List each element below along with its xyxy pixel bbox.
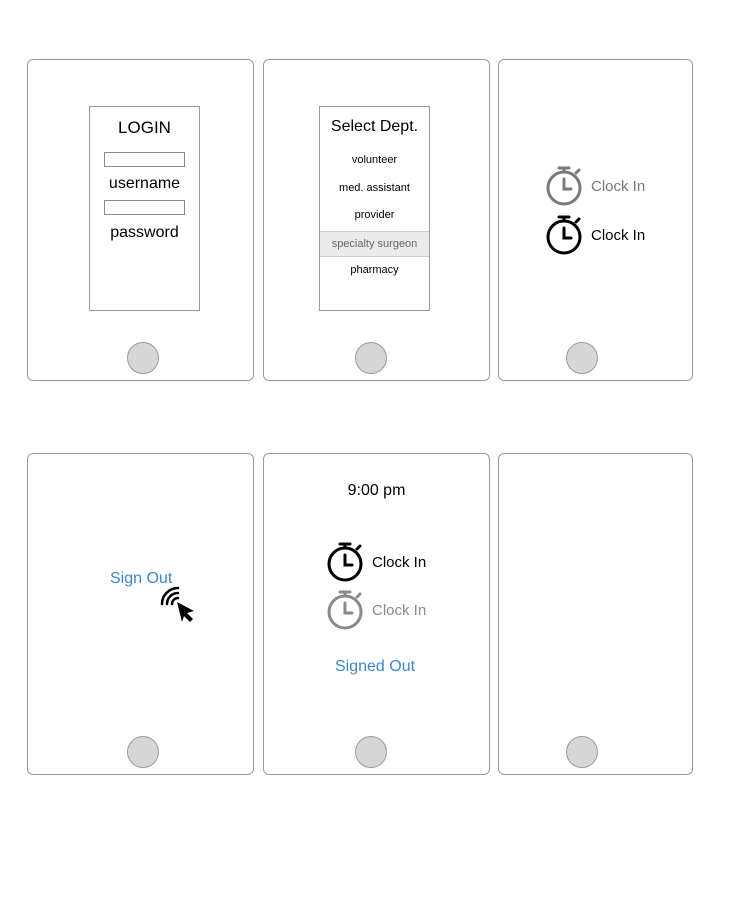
dept-item-provider[interactable]: provider <box>320 203 429 227</box>
phone-sign-out: Sign Out <box>27 453 254 775</box>
stopwatch-icon <box>327 590 363 630</box>
dept-title: Select Dept. <box>330 118 419 135</box>
dept-screen: Select Dept. volunteer med. assistant pr… <box>319 106 430 311</box>
home-button[interactable] <box>566 736 598 768</box>
tap-cursor-icon <box>160 586 194 622</box>
time-display: 9:00 pm <box>347 482 406 499</box>
username-label: username <box>108 175 181 192</box>
dept-item-specialty-surgeon[interactable]: specialty surgeon <box>320 231 429 257</box>
login-title: LOGIN <box>118 118 171 137</box>
phone-login: LOGIN username password <box>27 59 254 381</box>
stopwatch-icon <box>546 215 582 255</box>
dept-item-med-assistant[interactable]: med. assistant <box>320 176 429 200</box>
clock-in-label: Clock In <box>591 226 646 244</box>
phone-status: 9:00 pm Clock In Clock In Signed Out <box>263 453 490 775</box>
login-screen: LOGIN username password <box>89 106 200 311</box>
clock-in-label: Clock In <box>591 177 646 195</box>
signed-out-status: Signed Out <box>335 658 416 675</box>
home-button[interactable] <box>355 342 387 374</box>
clock-in-option-active[interactable]: Clock In <box>326 541 426 583</box>
home-button[interactable] <box>127 342 159 374</box>
stopwatch-icon <box>546 166 582 206</box>
clock-in-option-inactive[interactable]: Clock In <box>326 589 426 631</box>
phone-clock-in: Clock In Clock In <box>498 59 693 381</box>
clock-in-label: Clock In <box>372 553 427 571</box>
password-label: password <box>110 224 179 241</box>
dept-item-pharmacy[interactable]: pharmacy <box>320 258 429 282</box>
clock-in-option-active[interactable]: Clock In <box>545 214 645 256</box>
home-button[interactable] <box>127 736 159 768</box>
clock-in-option-inactive[interactable]: Clock In <box>545 165 645 207</box>
home-button[interactable] <box>566 342 598 374</box>
password-field[interactable] <box>104 200 185 215</box>
username-field[interactable] <box>104 152 185 167</box>
phone-blank <box>498 453 693 775</box>
stopwatch-icon <box>327 542 363 582</box>
phone-select-dept: Select Dept. volunteer med. assistant pr… <box>263 59 490 381</box>
dept-item-volunteer[interactable]: volunteer <box>320 148 429 172</box>
clock-in-label: Clock In <box>372 601 427 619</box>
home-button[interactable] <box>355 736 387 768</box>
